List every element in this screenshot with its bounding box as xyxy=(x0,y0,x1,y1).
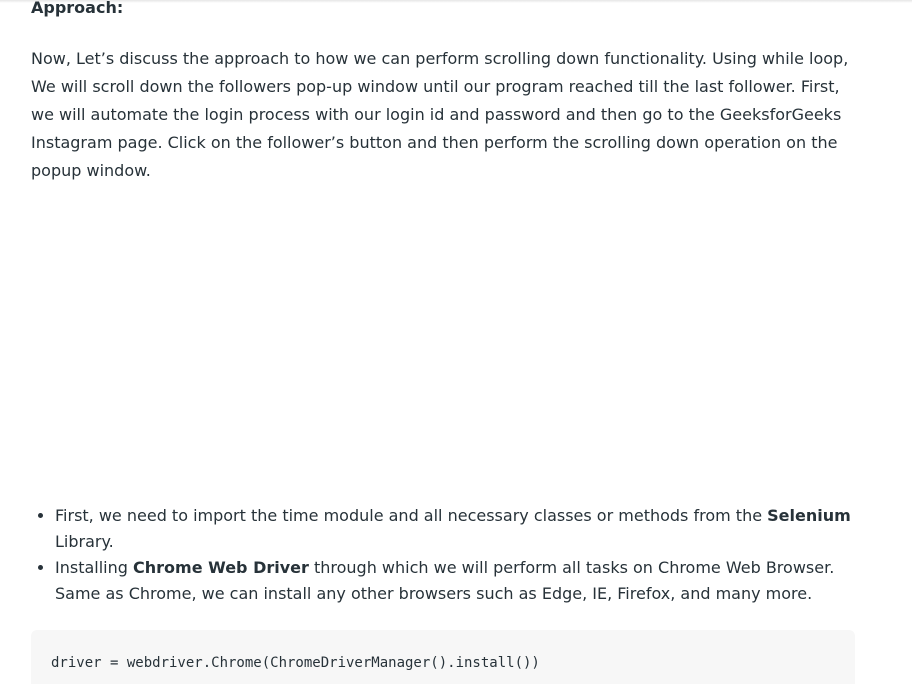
list-item-text: First, we need to import the time module… xyxy=(55,506,768,525)
list-item-bold: Selenium xyxy=(767,506,851,525)
code-line[interactable]: driver = webdriver.Chrome(ChromeDriverMa… xyxy=(51,655,540,671)
list-item-text: Library. xyxy=(55,532,114,551)
code-block[interactable]: driver = webdriver.Chrome(ChromeDriverMa… xyxy=(31,630,855,684)
list-item-text: Installing xyxy=(55,558,133,577)
approach-paragraph: Now, Let’s discuss the approach to how w… xyxy=(31,49,849,180)
steps-list: First, we need to import the time module… xyxy=(31,503,867,607)
section-heading: Approach: xyxy=(31,0,124,17)
list-item: First, we need to import the time module… xyxy=(55,503,867,555)
list-item-bold: Chrome Web Driver xyxy=(133,558,309,577)
header-shadow xyxy=(0,0,912,3)
list-item: Installing Chrome Web Driver through whi… xyxy=(55,555,867,607)
